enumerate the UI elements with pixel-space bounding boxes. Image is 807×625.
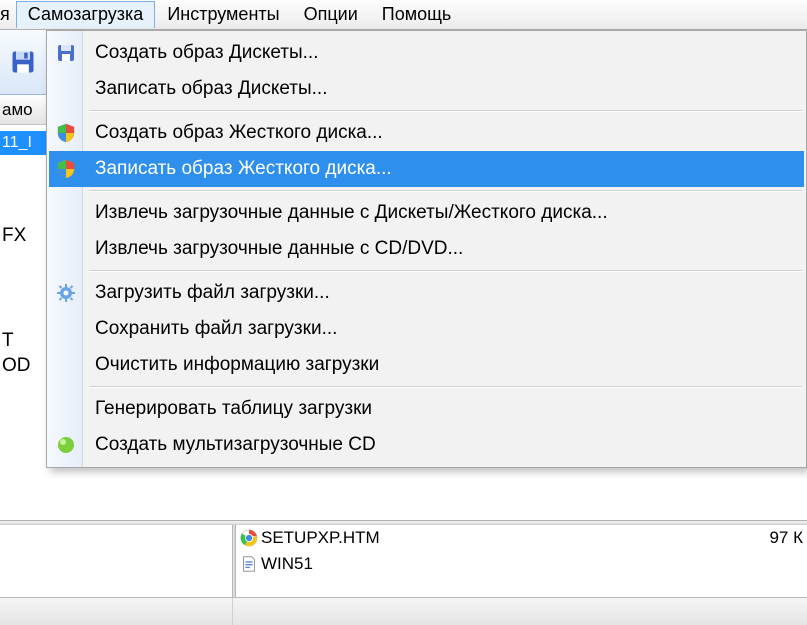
menu-create-hdd-image[interactable]: Создать образ Жесткого диска...: [49, 115, 804, 151]
file-name: WIN51: [261, 554, 313, 574]
shield-icon: [55, 122, 77, 144]
left-panel-fragment: амо 11_I FX T OD: [0, 95, 46, 581]
menu-remnant[interactable]: я: [0, 1, 16, 28]
menu-separator: [89, 386, 802, 388]
menubar: я Самозагрузка Инструменты Опции Помощь: [0, 0, 807, 30]
file-name: SETUPXP.HTM: [261, 528, 380, 548]
status-divider: [232, 598, 233, 625]
menu-extract-boot-floppy-hdd[interactable]: Извлечь загрузочные данные с Дискеты/Жес…: [49, 195, 804, 231]
bootable-dropdown: Создать образ Дискеты... Записать образ …: [46, 30, 807, 468]
menu-item-label: Создать образ Дискеты...: [95, 42, 318, 64]
menu-clear-boot-info[interactable]: Очистить информацию загрузки: [49, 347, 804, 383]
toolbar-fragment: [0, 30, 46, 95]
menu-item-label: Создать образ Жесткого диска...: [95, 122, 383, 144]
menu-extract-boot-cddvd[interactable]: Извлечь загрузочные данные с CD/DVD...: [49, 231, 804, 267]
left-header-text: амо: [2, 100, 33, 120]
gear-icon: [55, 282, 77, 304]
menu-save-boot-file[interactable]: Сохранить файл загрузки...: [49, 311, 804, 347]
fx-label: FX: [2, 225, 26, 247]
t-label: T: [2, 330, 14, 352]
floppy-icon: [55, 42, 77, 64]
left-header-fragment: амо: [0, 95, 46, 125]
menu-item-label: Извлечь загрузочные данные с Дискеты/Жес…: [95, 202, 608, 224]
chrome-icon: [237, 529, 261, 547]
menu-help[interactable]: Помощь: [370, 1, 464, 28]
menu-load-boot-file[interactable]: Загрузить файл загрузки...: [49, 275, 804, 311]
menu-separator: [89, 270, 802, 272]
selected-item-fragment[interactable]: 11_I: [0, 131, 46, 155]
menu-separator: [89, 110, 802, 112]
shield-icon: [55, 158, 77, 180]
file-icon: [237, 555, 261, 573]
menu-bootable[interactable]: Самозагрузка: [16, 1, 156, 28]
file-size: 97 К: [769, 528, 803, 548]
menu-item-label: Записать образ Дискеты...: [95, 78, 327, 100]
menu-item-label: Сохранить файл загрузки...: [95, 318, 337, 340]
menu-item-label: Создать мультизагрузочные CD: [95, 434, 376, 456]
menu-item-label: Записать образ Жесткого диска...: [95, 158, 392, 180]
menu-item-label: Извлечь загрузочные данные с CD/DVD...: [95, 238, 463, 260]
green-dot-icon: [55, 434, 77, 456]
status-bar: [0, 597, 807, 625]
save-icon[interactable]: [9, 48, 37, 76]
menu-separator: [89, 190, 802, 192]
menu-write-hdd-image[interactable]: Записать образ Жесткого диска...: [49, 151, 804, 187]
menu-write-floppy-image[interactable]: Записать образ Дискеты...: [49, 71, 804, 107]
selected-item-text: 11_I: [2, 134, 32, 152]
menu-item-label: Загрузить файл загрузки...: [95, 282, 330, 304]
file-row[interactable]: SETUPXP.HTM 97 К: [237, 525, 807, 551]
od-label: OD: [2, 355, 31, 377]
menu-item-label: Генерировать таблицу загрузки: [95, 398, 372, 420]
menu-tools[interactable]: Инструменты: [155, 1, 291, 28]
menu-create-floppy-image[interactable]: Создать образ Дискеты...: [49, 35, 804, 71]
file-list: SETUPXP.HTM 97 К WIN51: [237, 525, 807, 605]
menu-options[interactable]: Опции: [292, 1, 370, 28]
menu-item-label: Очистить информацию загрузки: [95, 354, 379, 376]
menu-create-multiboot-cd[interactable]: Создать мультизагрузочные CD: [49, 427, 804, 463]
file-row[interactable]: WIN51: [237, 551, 807, 577]
menu-generate-boot-table[interactable]: Генерировать таблицу загрузки: [49, 391, 804, 427]
panel-splitter-vertical[interactable]: [232, 525, 236, 597]
